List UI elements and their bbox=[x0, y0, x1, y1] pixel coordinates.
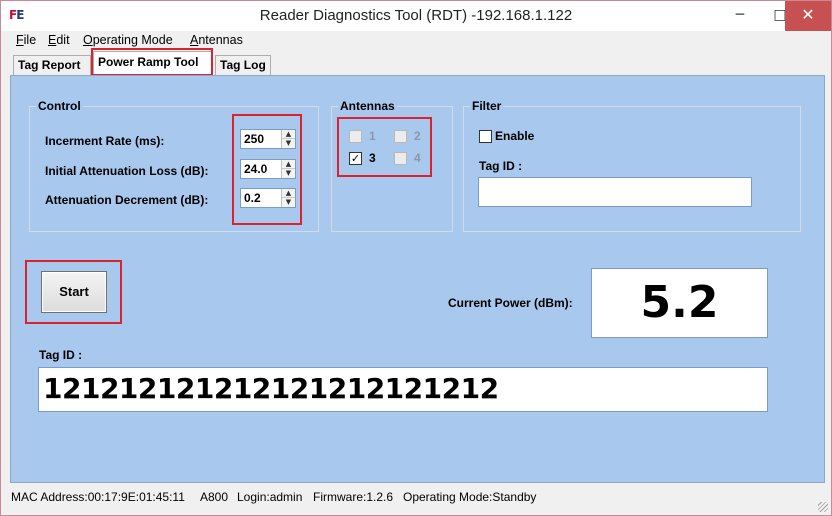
filter-tag-id-input[interactable] bbox=[478, 177, 752, 207]
menu-antennas[interactable]: Antennas bbox=[190, 33, 243, 47]
tab-strip: Tag Report Power Ramp Tool Tag Log bbox=[1, 51, 831, 75]
current-power-label: Current Power (dBm): bbox=[448, 296, 573, 310]
current-power-display: 5.2 bbox=[591, 268, 768, 338]
spin-down-icon[interactable]: ▼ bbox=[282, 169, 295, 178]
attenuation-decrement-arrows: ▲ ▼ bbox=[281, 189, 295, 207]
start-button[interactable]: Start bbox=[41, 271, 107, 313]
tag-id-display: 121212121212121212121212 bbox=[38, 367, 768, 412]
tab-tag-report[interactable]: Tag Report bbox=[13, 55, 91, 75]
tag-id-label: Tag ID : bbox=[39, 348, 83, 362]
antenna-3-checkbox[interactable]: ✓ bbox=[349, 152, 362, 165]
antenna-1-label: 1 bbox=[369, 129, 376, 143]
spin-up-icon[interactable]: ▲ bbox=[282, 160, 295, 169]
title-bar[interactable]: FE Reader Diagnostics Tool (RDT) -192.16… bbox=[1, 1, 831, 31]
antenna-2-label: 2 bbox=[414, 129, 421, 143]
status-model: A800 bbox=[200, 490, 229, 504]
control-group-title: Control bbox=[36, 99, 83, 113]
power-ramp-panel: Control Incerment Rate (ms): 250 ▲ ▼ Ini… bbox=[10, 75, 825, 483]
initial-attenuation-stepper[interactable]: 24.0 ▲ ▼ bbox=[240, 159, 296, 179]
close-button[interactable]: ✕ bbox=[785, 1, 831, 31]
filter-tag-id-label: Tag ID : bbox=[479, 159, 523, 173]
menu-edit[interactable]: Edit bbox=[48, 33, 70, 47]
status-login: Login:admin bbox=[237, 490, 303, 504]
tab-power-ramp-tool[interactable]: Power Ramp Tool bbox=[93, 51, 213, 75]
window-title: Reader Diagnostics Tool (RDT) -192.168.1… bbox=[259, 7, 573, 24]
status-mac: MAC Address:00:17:9E:01:45:11 bbox=[11, 490, 185, 504]
increment-rate-arrows: ▲ ▼ bbox=[281, 130, 295, 148]
status-operating-mode: Operating Mode:Standby bbox=[403, 490, 537, 504]
spin-up-icon[interactable]: ▲ bbox=[282, 130, 295, 139]
spin-down-icon[interactable]: ▼ bbox=[282, 198, 295, 207]
status-firmware: Firmware:1.2.6 bbox=[313, 490, 394, 504]
attenuation-decrement-value: 0.2 bbox=[244, 191, 261, 205]
status-bar: MAC Address:00:17:9E:01:45:11 A800 Login… bbox=[1, 485, 831, 515]
tab-tag-log[interactable]: Tag Log bbox=[215, 55, 271, 75]
menu-file[interactable]: File bbox=[16, 33, 36, 47]
spin-down-icon[interactable]: ▼ bbox=[282, 139, 295, 148]
filter-enable-checkbox[interactable] bbox=[479, 130, 492, 143]
increment-rate-stepper[interactable]: 250 ▲ ▼ bbox=[240, 129, 296, 149]
filter-group-title: Filter bbox=[470, 99, 504, 113]
resize-grip-icon[interactable] bbox=[818, 502, 828, 512]
attenuation-decrement-stepper[interactable]: 0.2 ▲ ▼ bbox=[240, 188, 296, 208]
menu-bar: File Edit Operating Mode Antennas bbox=[1, 31, 831, 51]
initial-attenuation-arrows: ▲ ▼ bbox=[281, 160, 295, 178]
initial-attenuation-label: Initial Attenuation Loss (dB): bbox=[45, 164, 209, 178]
antennas-group: Antennas bbox=[331, 99, 453, 232]
spin-up-icon[interactable]: ▲ bbox=[282, 189, 295, 198]
increment-rate-label: Incerment Rate (ms): bbox=[45, 134, 165, 148]
initial-attenuation-value: 24.0 bbox=[244, 162, 268, 176]
filter-enable-label: Enable bbox=[495, 129, 535, 143]
antenna-3-label: 3 bbox=[369, 151, 376, 165]
antenna-4-label: 4 bbox=[414, 151, 421, 165]
antenna-2-checkbox[interactable] bbox=[394, 130, 407, 143]
antenna-4-checkbox[interactable] bbox=[394, 152, 407, 165]
menu-operating-mode[interactable]: Operating Mode bbox=[83, 33, 173, 47]
increment-rate-value: 250 bbox=[244, 132, 265, 146]
antennas-group-title: Antennas bbox=[338, 99, 397, 113]
attenuation-decrement-label: Attenuation Decrement (dB): bbox=[45, 193, 209, 207]
antenna-1-checkbox[interactable] bbox=[349, 130, 362, 143]
app-window: FE Reader Diagnostics Tool (RDT) -192.16… bbox=[0, 0, 832, 516]
